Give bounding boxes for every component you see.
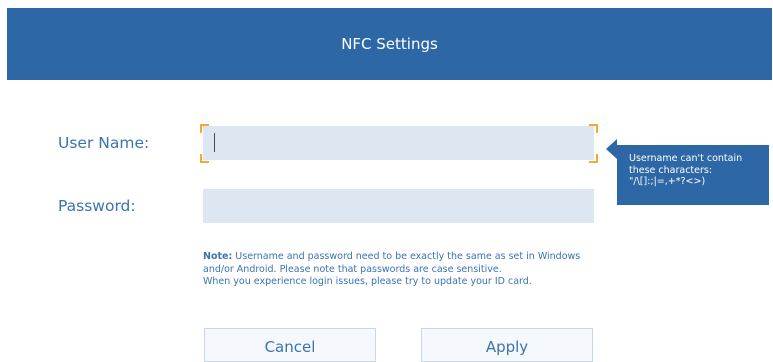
tooltip-line: these characters: (629, 164, 713, 176)
note-text: Username and password need to be exactly… (232, 251, 581, 262)
password-input[interactable] (203, 189, 594, 223)
focus-corner-top-left (200, 124, 209, 133)
note-line: Note: Username and password need to be e… (203, 251, 603, 264)
tooltip-line: "/\[]:;|=,+*?<>) (629, 176, 706, 187)
cancel-button[interactable]: Cancel (204, 328, 376, 362)
title-bar: NFC Settings (7, 8, 772, 80)
username-input[interactable] (203, 126, 594, 160)
username-label: User Name: (58, 134, 150, 152)
page-title: NFC Settings (341, 35, 438, 53)
focus-corner-bottom-left (200, 154, 209, 163)
apply-button[interactable]: Apply (421, 328, 593, 362)
note-line: and/or Android. Please note that passwor… (203, 263, 502, 275)
note-prefix: Note: (203, 251, 233, 262)
top-edge (0, 0, 773, 8)
tooltip-arrow (606, 139, 617, 159)
username-validation-tooltip: Username can't contain these characters:… (617, 145, 769, 205)
focus-corner-bottom-right (589, 154, 598, 163)
apply-button-label: Apply (485, 338, 529, 356)
text-caret (214, 133, 215, 152)
password-label: Password: (58, 197, 136, 215)
tooltip-line: Username can't contain (629, 153, 743, 164)
login-note: Note: Username and password need to be e… (203, 251, 603, 289)
focus-corner-top-right (589, 124, 598, 133)
note-line: When you experience login issues, please… (203, 276, 532, 287)
cancel-button-label: Cancel (264, 338, 316, 356)
